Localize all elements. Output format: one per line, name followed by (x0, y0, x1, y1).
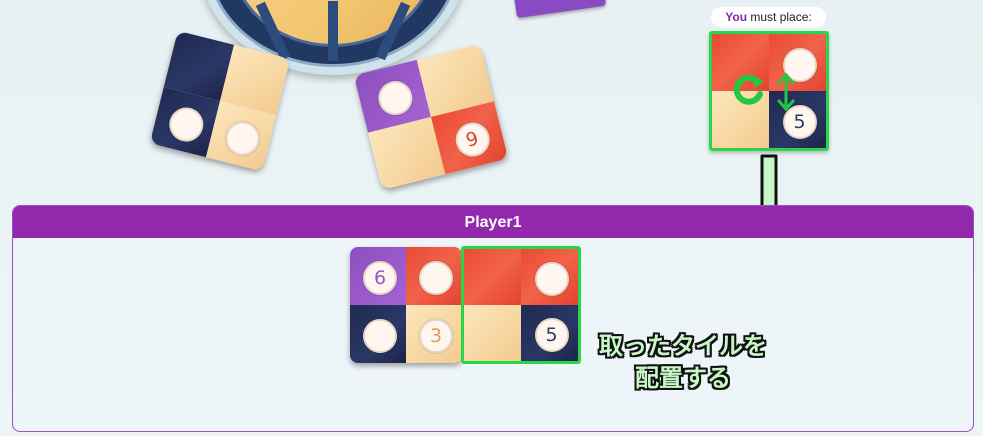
flip-icon[interactable] (774, 72, 798, 112)
number-disc: 5 (534, 318, 569, 352)
blank-disc (165, 103, 207, 146)
blank-disc (363, 319, 397, 353)
board-tile-edge[interactable] (513, 0, 607, 19)
selected-tile[interactable]: 5 (709, 31, 829, 151)
player-tile: 6 3 (350, 247, 462, 363)
blank-disc (221, 117, 264, 160)
you-label: You (725, 10, 748, 24)
rotate-icon[interactable] (732, 72, 768, 108)
player-name: Player1 (13, 206, 973, 238)
blank-disc (419, 261, 453, 295)
must-place-label: You must place: (711, 7, 826, 27)
instruction-caption: 取ったタイルを 配置する (598, 330, 768, 394)
number-disc: 6 (363, 261, 397, 295)
number-disc: 3 (419, 319, 453, 353)
instruction-line-1: 取ったタイルを (599, 332, 767, 360)
must-place-text: must place: (747, 10, 812, 24)
instruction-line-2: 配置する (635, 364, 731, 392)
number-disc: 9 (451, 118, 493, 160)
blank-disc (374, 77, 416, 119)
blank-disc (534, 262, 569, 296)
placed-tile-highlight[interactable]: 5 (461, 246, 581, 364)
